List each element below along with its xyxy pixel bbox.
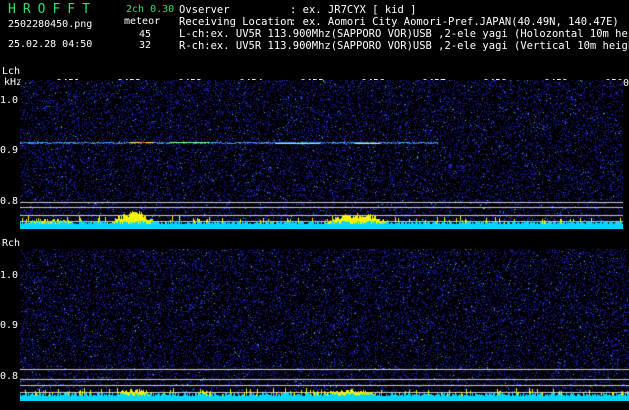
location-value: : ex. Aomori City Aomori-Pref.JAPAN(40.4… — [290, 16, 619, 28]
rch-ytick-1-0: 1.0 — [0, 270, 19, 281]
lch-ytick-1-0: 1.0 — [0, 95, 19, 106]
meteor-count-lch: 45 — [139, 29, 152, 40]
observer-label: Ovserver — [179, 4, 230, 16]
lch-ytick-0-9: 0.9 — [0, 145, 19, 156]
rch-receiver-info: R-ch:ex. UV5R 113.900Mhz(SAPPORO VOR)USB… — [179, 41, 629, 52]
lch-spectrogram — [20, 80, 623, 229]
rch-ytick-0-9: 0.9 — [0, 320, 19, 331]
location-label: Receiving Location — [179, 16, 293, 28]
observer-value: : ex. JR7CYX [ kid ] — [290, 4, 417, 16]
meteor-count-rch: 32 — [139, 40, 152, 51]
rch-spectrogram — [20, 249, 629, 401]
lch-receiver-info: L-ch:ex. UV5R 113.900Mhz(SAPPORO VOR)USB… — [179, 29, 629, 40]
meteor-label: meteor — [124, 16, 161, 27]
lch-ytick-0-8: 0.8 — [0, 196, 19, 207]
app-brand: HROFFT — [8, 2, 97, 17]
rch-label: Rch — [2, 238, 21, 249]
datetime: 25.02.28 04:50 — [8, 39, 93, 50]
rch-ytick-0-8: 0.8 — [0, 371, 19, 382]
channel-setting: 2ch 0.30 — [126, 4, 175, 15]
lch-label: Lch — [2, 66, 21, 77]
filename: 2502280450.png — [8, 19, 93, 30]
